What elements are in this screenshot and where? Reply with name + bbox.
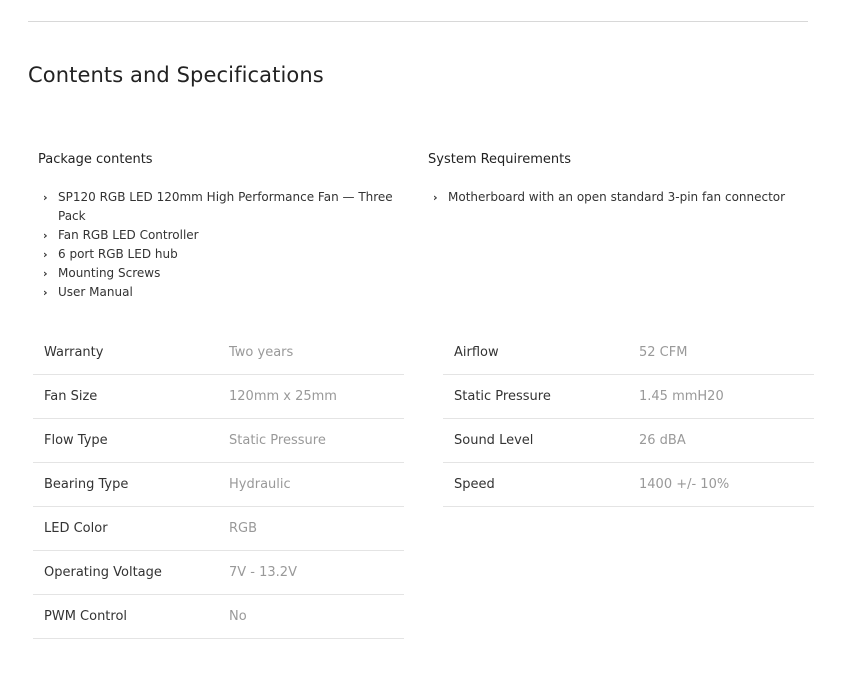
table-row: Flow Type Static Pressure xyxy=(33,419,404,463)
system-requirements-list: › Motherboard with an open standard 3-pin… xyxy=(433,188,833,207)
spec-value: Hydraulic xyxy=(229,477,291,492)
spec-label: Static Pressure xyxy=(454,389,551,404)
table-row: Bearing Type Hydraulic xyxy=(33,463,404,507)
spec-value: Two years xyxy=(229,345,294,360)
table-row: LED Color RGB xyxy=(33,507,404,551)
table-row: Static Pressure 1.45 mmH20 xyxy=(443,375,814,419)
spec-label: Operating Voltage xyxy=(44,565,162,580)
spec-table-right: Airflow 52 CFM Static Pressure 1.45 mmH2… xyxy=(443,331,814,507)
spec-value: RGB xyxy=(229,521,258,536)
spec-label: Bearing Type xyxy=(44,477,129,492)
list-item-text: User Manual xyxy=(58,285,133,299)
spec-value: 52 CFM xyxy=(639,345,688,360)
chevron-right-icon: › xyxy=(43,191,48,204)
list-item: › Fan RGB LED Controller xyxy=(43,226,403,245)
list-item-text: 6 port RGB LED hub xyxy=(58,247,178,261)
table-row: Operating Voltage 7V - 13.2V xyxy=(33,551,404,595)
spec-label: Fan Size xyxy=(44,389,98,404)
list-item-text: SP120 RGB LED 120mm High Performance Fan… xyxy=(58,190,393,223)
spec-value: 26 dBA xyxy=(639,433,686,448)
spec-value: Static Pressure xyxy=(229,433,326,448)
table-row: Warranty Two years xyxy=(33,331,404,375)
list-item: › 6 port RGB LED hub xyxy=(43,245,403,264)
spec-label: Airflow xyxy=(454,345,499,360)
spec-table-left: Warranty Two years Fan Size 120mm x 25mm… xyxy=(33,331,404,639)
spec-label: Warranty xyxy=(44,345,104,360)
chevron-right-icon: › xyxy=(43,286,48,299)
spec-label: Speed xyxy=(454,477,495,492)
spec-label: Sound Level xyxy=(454,433,534,448)
list-item: › Motherboard with an open standard 3-pin… xyxy=(433,188,833,207)
spec-label: LED Color xyxy=(44,521,108,536)
table-row: Speed 1400 +/- 10% xyxy=(443,463,814,507)
table-row: PWM Control No xyxy=(33,595,404,639)
spec-value: 1.45 mmH20 xyxy=(639,389,724,404)
table-row: Airflow 52 CFM xyxy=(443,331,814,375)
chevron-right-icon: › xyxy=(43,248,48,261)
spec-value: 1400 +/- 10% xyxy=(639,477,730,492)
list-item-text: Motherboard with an open standard 3-pin … xyxy=(448,190,786,204)
top-divider xyxy=(28,21,808,22)
list-item: › SP120 RGB LED 120mm High Performance Fa… xyxy=(43,188,403,226)
system-requirements-heading: System Requirements xyxy=(428,152,571,167)
chevron-right-icon: › xyxy=(433,191,438,204)
spec-value: 120mm x 25mm xyxy=(229,389,337,404)
table-row: Fan Size 120mm x 25mm xyxy=(33,375,404,419)
spec-value: No xyxy=(229,609,247,624)
section-title: Contents and Specifications xyxy=(28,63,324,87)
list-item: › User Manual xyxy=(43,283,403,302)
list-item-text: Fan RGB LED Controller xyxy=(58,228,199,242)
package-contents-heading: Package contents xyxy=(38,152,153,167)
chevron-right-icon: › xyxy=(43,229,48,242)
spec-label: PWM Control xyxy=(44,609,128,624)
package-contents-list: › SP120 RGB LED 120mm High Performance Fa… xyxy=(43,188,403,302)
chevron-right-icon: › xyxy=(43,267,48,280)
list-item: › Mounting Screws xyxy=(43,264,403,283)
spec-label: Flow Type xyxy=(44,433,108,448)
table-row: Sound Level 26 dBA xyxy=(443,419,814,463)
list-item-text: Mounting Screws xyxy=(58,266,161,280)
spec-value: 7V - 13.2V xyxy=(229,565,297,580)
